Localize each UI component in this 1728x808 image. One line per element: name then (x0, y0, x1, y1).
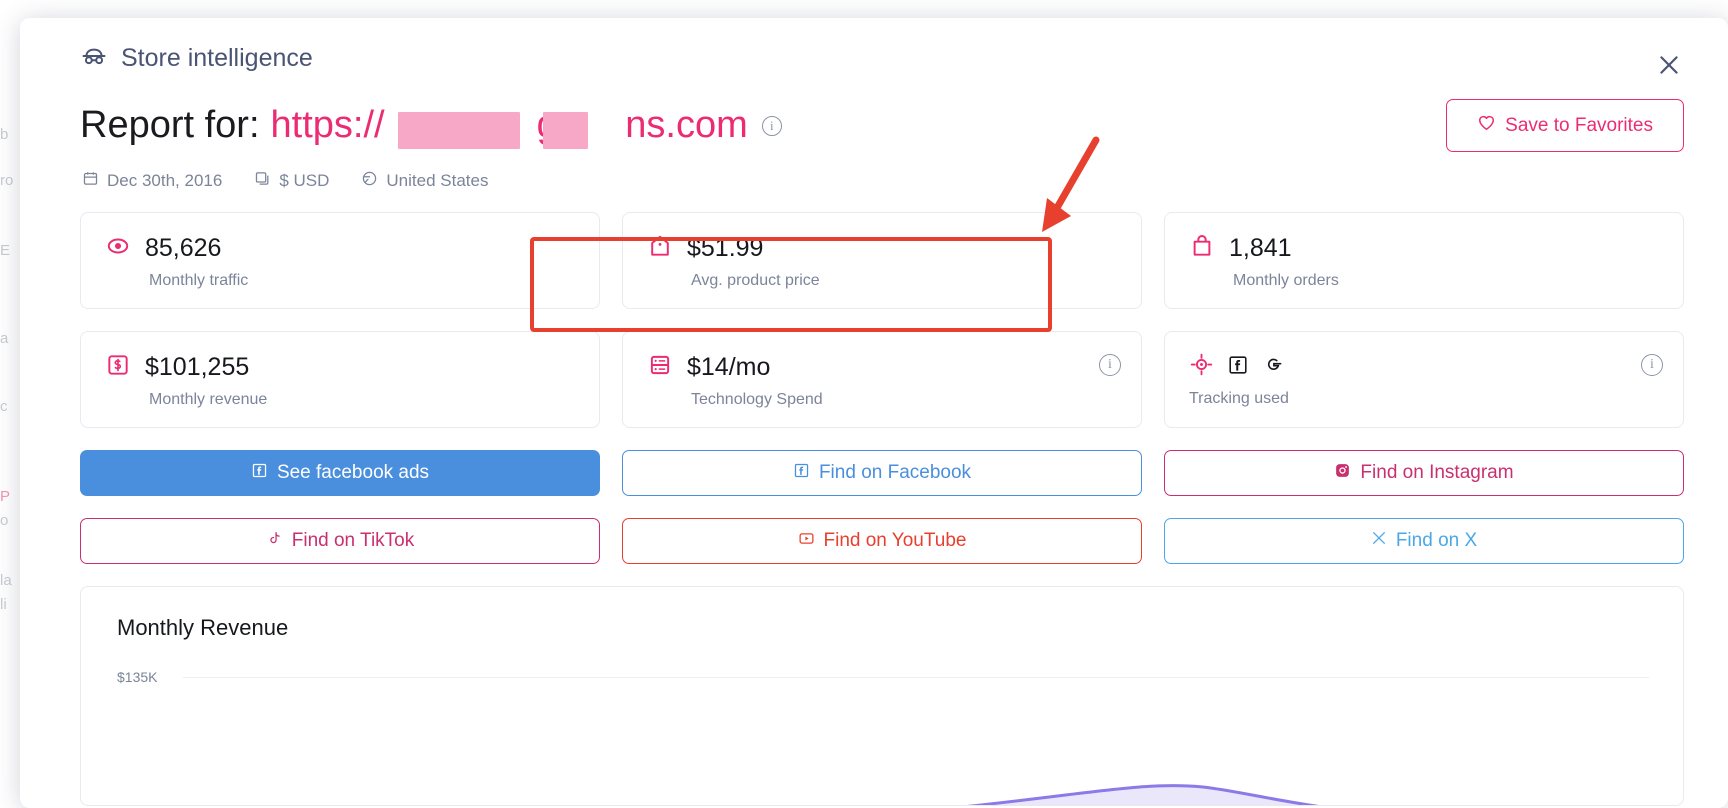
store-intelligence-modal: Store intelligence Report for: https://x… (20, 18, 1728, 808)
price-tag-icon (647, 233, 673, 264)
globe-icon (361, 170, 378, 192)
x-icon (1371, 530, 1387, 552)
chart-plot-area: $135K (117, 677, 1649, 806)
monthly-revenue-chart-card: Monthly Revenue $135K (80, 586, 1684, 806)
spy-hat-icon (80, 42, 108, 75)
close-icon[interactable] (1654, 50, 1684, 80)
eye-icon (105, 233, 131, 264)
meta-currency-label: $ USD (279, 171, 329, 191)
stat-label: Monthly revenue (149, 391, 575, 409)
google-g-icon (1262, 353, 1285, 381)
stat-top: 85,626 (105, 233, 575, 264)
redaction-block-2 (543, 112, 588, 149)
meta-date-label: Dec 30th, 2016 (107, 171, 222, 191)
social-button-grid: See facebook ads Find on Facebook Find o… (20, 428, 1728, 564)
stat-value: $51.99 (687, 234, 763, 263)
stat-card-tracking-used[interactable]: Tracking used i (1164, 331, 1684, 428)
stat-card-monthly-revenue[interactable]: $101,255 Monthly revenue (80, 331, 600, 428)
find-on-tiktok-button[interactable]: Find on TikTok (80, 518, 600, 564)
save-to-favorites-label: Save to Favorites (1505, 115, 1653, 137)
stat-label: Monthly orders (1233, 272, 1659, 290)
target-icon (1189, 352, 1214, 382)
backdrop-text-fragment: b (0, 126, 8, 143)
report-prefix: Report for: (80, 104, 260, 147)
save-to-favorites-button[interactable]: Save to Favorites (1446, 99, 1684, 152)
shopping-bag-icon (1189, 233, 1215, 264)
meta-item-date: Dec 30th, 2016 (82, 170, 222, 192)
redaction-block-1 (398, 112, 520, 149)
info-icon[interactable]: i (1099, 354, 1121, 376)
backdrop-text-fragment: a (0, 330, 8, 347)
facebook-square-icon (1227, 354, 1249, 381)
facebook-icon (793, 462, 810, 485)
stat-value: 1,841 (1229, 234, 1292, 263)
backdrop-text-fragment: li (0, 596, 7, 613)
find-on-tiktok-label: Find on TikTok (292, 530, 415, 552)
stat-label: Technology Spend (691, 391, 1117, 409)
backdrop-text-fragment: E (0, 242, 10, 259)
stat-label: Monthly traffic (149, 272, 575, 290)
stat-card-monthly-traffic[interactable]: 85,626 Monthly traffic (80, 212, 600, 309)
backdrop-text-fragment: P (0, 488, 10, 505)
heart-icon (1477, 113, 1496, 138)
stat-card-avg-product-price[interactable]: $51.99 Avg. product price (622, 212, 1142, 309)
stat-card-technology-spend[interactable]: $14/mo Technology Spend i (622, 331, 1142, 428)
meta-item-currency: $ USD (254, 170, 329, 192)
stat-top (1189, 352, 1659, 382)
backdrop-text-fragment: c (0, 398, 8, 415)
page-title: Report for: https://xxxxxxxxgtxxxns.com … (80, 104, 782, 147)
backdrop-text-fragment: o (0, 512, 8, 529)
chart-series-line (183, 677, 1643, 806)
youtube-icon (798, 530, 815, 553)
info-icon[interactable]: i (1641, 354, 1663, 376)
meta-item-country: United States (361, 170, 488, 192)
find-on-x-label: Find on X (1396, 530, 1477, 552)
find-on-facebook-button[interactable]: Find on Facebook (622, 450, 1142, 496)
stat-top: $14/mo (647, 352, 1117, 383)
stat-top: 1,841 (1189, 233, 1659, 264)
report-meta: Dec 30th, 2016 $ USD United States (20, 152, 1728, 192)
title-row: Report for: https://xxxxxxxxgtxxxns.com … (20, 75, 1728, 152)
calendar-icon (82, 170, 99, 192)
report-url: https://xxxxxxxxgtxxxns.com (271, 104, 748, 147)
brand-title: Store intelligence (121, 44, 313, 73)
find-on-instagram-button[interactable]: Find on Instagram (1164, 450, 1684, 496)
chart-title: Monthly Revenue (117, 615, 1649, 641)
stat-label: Avg. product price (691, 272, 1117, 290)
chart-ytick-label: $135K (117, 669, 157, 685)
find-on-facebook-label: Find on Facebook (819, 462, 971, 484)
stat-label: Tracking used (1189, 390, 1659, 408)
facebook-icon (251, 462, 268, 485)
find-on-instagram-label: Find on Instagram (1360, 462, 1513, 484)
report-url-scheme: https:// (271, 104, 385, 146)
tiktok-icon (266, 530, 283, 553)
backdrop-text-fragment: la (0, 572, 12, 589)
info-icon[interactable]: i (762, 116, 782, 136)
backdrop-text-fragment: ro (0, 172, 13, 189)
see-facebook-ads-label: See facebook ads (277, 462, 429, 484)
see-facebook-ads-button[interactable]: See facebook ads (80, 450, 600, 496)
find-on-youtube-button[interactable]: Find on YouTube (622, 518, 1142, 564)
brand: Store intelligence (80, 42, 313, 75)
stat-value: $101,255 (145, 353, 249, 382)
revenue-icon (105, 352, 131, 383)
stat-card-grid: 85,626 Monthly traffic $51.99 Avg. produ… (20, 192, 1728, 428)
find-on-x-button[interactable]: Find on X (1164, 518, 1684, 564)
find-on-youtube-label: Find on YouTube (824, 530, 967, 552)
meta-country-label: United States (386, 171, 488, 191)
stat-value: $14/mo (687, 353, 770, 382)
stat-top: $101,255 (105, 352, 575, 383)
instagram-icon (1334, 462, 1351, 485)
stat-value: 85,626 (145, 234, 221, 263)
report-url-tail: ns.com (625, 104, 747, 146)
server-icon (647, 352, 673, 383)
stat-card-monthly-orders[interactable]: 1,841 Monthly orders (1164, 212, 1684, 309)
stat-top: $51.99 (647, 233, 1117, 264)
currency-icon (254, 170, 271, 192)
tracking-icon-list (1189, 352, 1285, 382)
modal-header: Store intelligence (20, 18, 1728, 75)
